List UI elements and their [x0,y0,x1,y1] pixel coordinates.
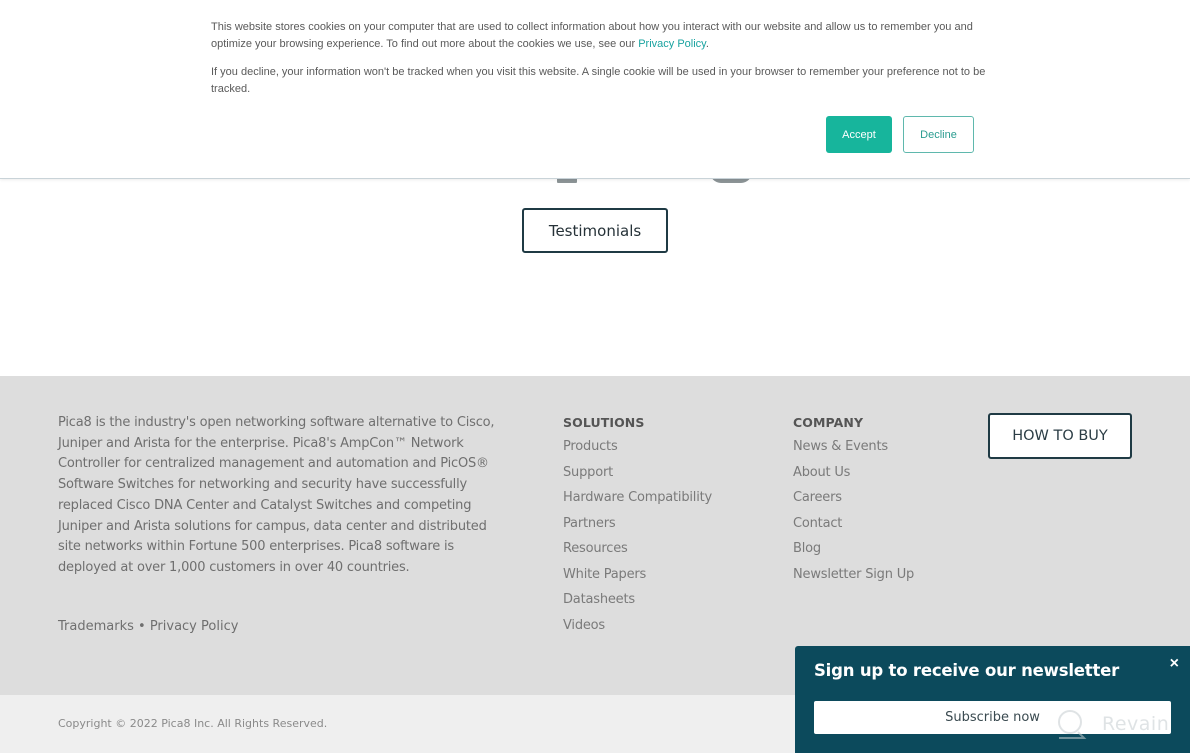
company-heading: COMPANY [793,415,864,430]
footer-link-products[interactable]: Products [563,438,712,464]
cookie-text-intro: This website stores cookies on your comp… [211,21,973,50]
footer-link-support[interactable]: Support [563,464,712,490]
footer-solutions-column: SOLUTIONS Products Support Hardware Comp… [563,415,712,642]
footer-legal-links: Trademarks • Privacy Policy [58,619,238,634]
footer-link-white-papers[interactable]: White Papers [563,566,712,592]
page: Testimonials This website stores cookies… [0,0,1190,753]
privacy-policy-link[interactable]: Privacy Policy [150,619,239,634]
copyright-text: Copyright © 2022 Pica8 Inc. All Rights R… [58,717,328,730]
watermark-text: Revain [1102,713,1170,735]
footer-link-newsletter-sign-up[interactable]: Newsletter Sign Up [793,566,914,592]
footer-about-text: Pica8 is the industry's open networking … [58,415,495,575]
legal-separator: • [133,619,150,634]
footer-link-partners[interactable]: Partners [563,515,712,541]
footer-link-about-us[interactable]: About Us [793,464,914,490]
cookie-banner: This website stores cookies on your comp… [0,0,1190,179]
footer-link-contact[interactable]: Contact [793,515,914,541]
cookie-privacy-policy-link[interactable]: Privacy Policy [638,38,706,50]
footer-link-datasheets[interactable]: Datasheets [563,591,712,617]
accept-cookies-button[interactable]: Accept [826,116,892,153]
cookie-text-end: . [705,38,709,50]
testimonials-button[interactable]: Testimonials [522,208,668,253]
footer-link-blog[interactable]: Blog [793,540,914,566]
decline-cookies-button[interactable]: Decline [903,116,974,153]
footer-link-careers[interactable]: Careers [793,489,914,515]
solutions-heading: SOLUTIONS [563,415,645,430]
footer-company-column: COMPANY News & Events About Us Careers C… [793,415,914,591]
close-icon[interactable]: × [1170,655,1179,673]
newsletter-title: Sign up to receive our newsletter [814,661,1120,680]
trademarks-link[interactable]: Trademarks [58,619,134,634]
footer-link-news-events[interactable]: News & Events [793,438,914,464]
cookie-text-primary: This website stores cookies on your comp… [211,19,986,53]
footer-link-hardware-compatibility[interactable]: Hardware Compatibility [563,489,712,515]
footer-link-videos[interactable]: Videos [563,617,712,643]
revain-watermark: Revain [1056,708,1169,740]
revain-logo-icon [1058,710,1087,739]
cookie-text-secondary: If you decline, your information won't b… [211,66,986,95]
how-to-buy-button[interactable]: HOW TO BUY [988,413,1132,459]
footer-link-resources[interactable]: Resources [563,540,712,566]
